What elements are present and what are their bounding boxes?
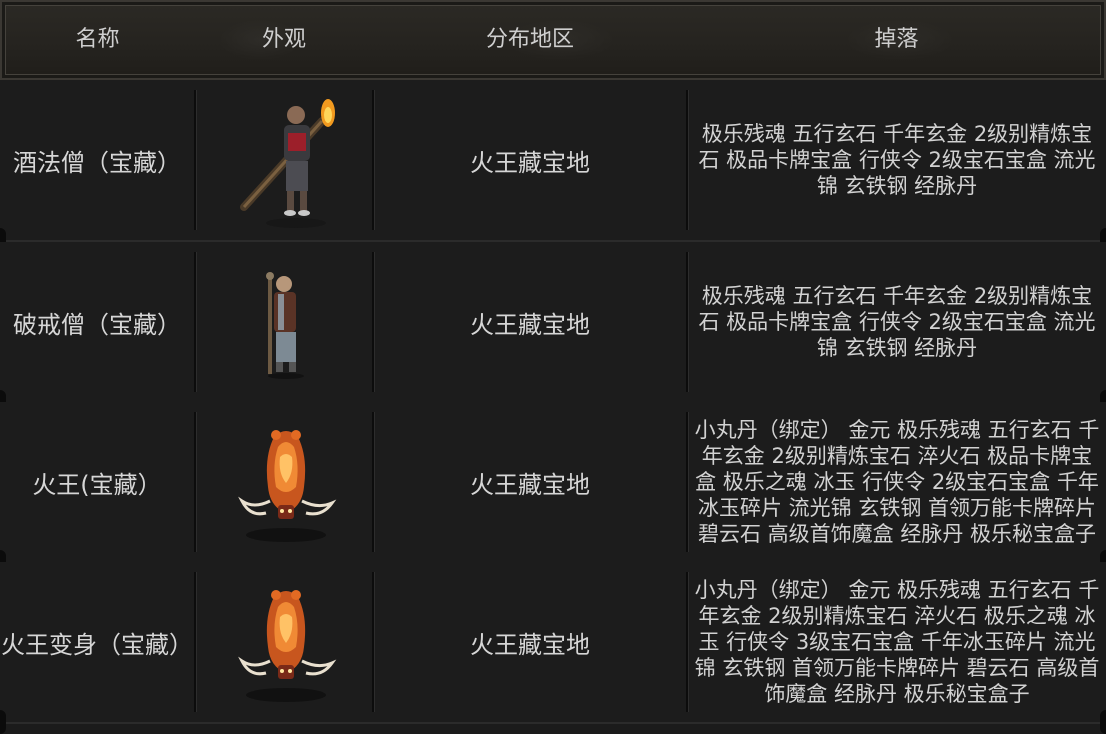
monster-sprite [196,242,372,402]
table-row: 火王变身（宝藏） 火王藏宝地 小丸丹（绑定） 金元 极乐残魂 五行玄石 千年玄金… [0,562,1106,734]
header-name: 名称 [75,27,120,52]
table-header: 名称 外观 分布地区 掉落 [0,0,1106,82]
monster-name: 火王(宝藏） [32,470,162,499]
monster-name: 酒法僧（宝藏） [13,148,181,177]
region-text: 火王藏宝地 [470,470,590,499]
table-row: 酒法僧（宝藏） 火王藏宝地 极乐残魂 五行玄石 千年玄金 2级别精炼宝石 极品卡… [0,80,1106,252]
monster-name: 破戒僧（宝藏） [13,310,181,339]
region-text: 火王藏宝地 [470,630,590,659]
monster-sprite [196,402,372,562]
fire-beast-transformed-icon [238,590,337,702]
region-text: 火王藏宝地 [470,310,590,339]
drops-text: 极乐残魂 五行玄石 千年玄金 2级别精炼宝石 极品卡牌宝盒 行侠令 2级宝石宝盒… [698,284,1096,360]
monster-sprite [196,80,372,240]
monk-with-torch-staff-icon [240,99,335,228]
region-text: 火王藏宝地 [470,148,590,177]
header-appearance: 外观 [261,27,306,52]
bald-monk-with-staff-icon [266,272,304,379]
drops-text: 小丸丹（绑定） 金元 极乐残魂 五行玄石 千年玄金 2级别精炼宝石 淬火石 极乐… [694,578,1100,706]
header-region: 分布地区 [485,27,574,52]
header-drops: 掉落 [874,27,919,52]
fire-beast-icon [238,430,337,542]
monster-name: 火王变身（宝藏） [1,630,193,659]
table-row: 破戒僧（宝藏） 火王藏宝地 极乐残魂 五行玄石 千年玄金 2级别精炼宝石 极品卡… [0,242,1106,414]
monster-sprite [196,562,372,722]
table-row: 火王(宝藏） 火王藏宝地 小丸丹（绑定） 金元 极乐残魂 五行玄石 千年玄金 2… [0,402,1106,574]
drops-text: 小丸丹（绑定） 金元 极乐残魂 五行玄石 千年玄金 2级别精炼宝石 淬火石 极品… [694,418,1100,546]
drops-text: 极乐残魂 五行玄石 千年玄金 2级别精炼宝石 极品卡牌宝盒 行侠令 2级宝石宝盒… [698,122,1096,198]
